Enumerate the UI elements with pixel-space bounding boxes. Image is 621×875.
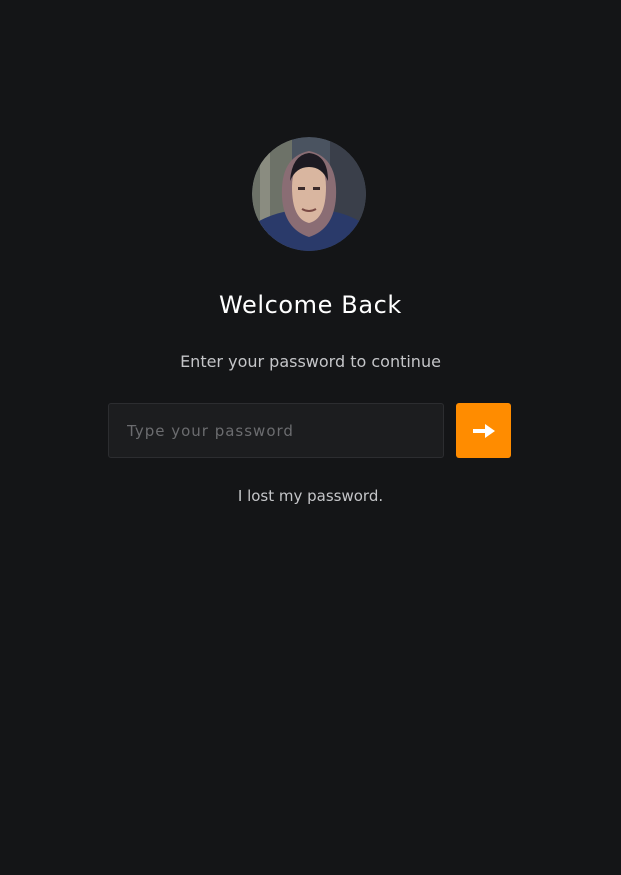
user-avatar xyxy=(252,137,366,251)
arrow-right-icon xyxy=(472,423,495,438)
user-avatar-photo xyxy=(252,137,366,251)
submit-button[interactable] xyxy=(456,403,511,458)
page-title: Welcome Back xyxy=(219,291,402,319)
page-subtitle: Enter your password to continue xyxy=(180,352,441,371)
lost-password-link[interactable]: I lost my password. xyxy=(0,484,621,508)
password-input[interactable] xyxy=(108,403,444,458)
login-page: Welcome Back Enter your password to cont… xyxy=(0,0,621,875)
